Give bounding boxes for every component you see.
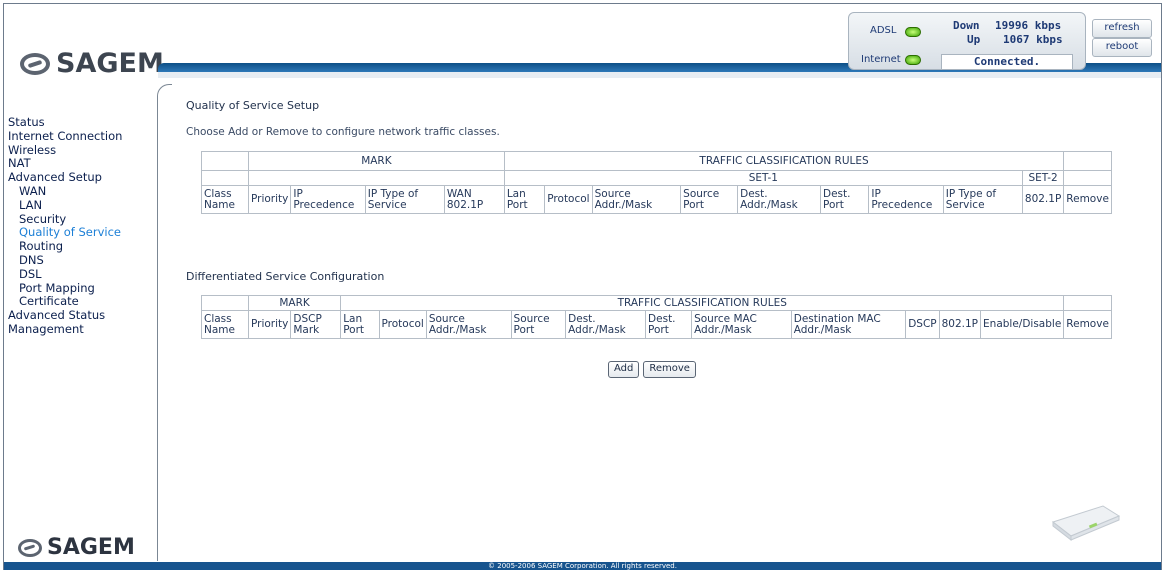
sidebar-item-security[interactable]: Security xyxy=(8,212,122,227)
rules-group-header: TRAFFIC CLASSIFICATION RULES xyxy=(503,151,1065,171)
header-spacer xyxy=(1063,170,1112,186)
sagem-logo-icon xyxy=(18,538,42,557)
sidebar-item-dsl[interactable]: DSL xyxy=(8,267,122,282)
diffserv-class-table: MARK TRAFFIC CLASSIFICATION RULES Class … xyxy=(201,295,1112,339)
column-header-ip-type-of-service: IP Type of Service xyxy=(364,185,445,214)
reboot-button[interactable]: reboot xyxy=(1092,38,1152,57)
sidebar-item-advanced-status[interactable]: Advanced Status xyxy=(8,308,122,323)
column-header-class-name: Class Name xyxy=(201,185,249,214)
column-header-enable-disable: Enable/Disable xyxy=(980,310,1065,339)
column-header-row: Class Name Priority IP Precedence IP Type o… xyxy=(201,185,1112,214)
remove-button[interactable]: Remove xyxy=(643,361,696,378)
column-header-remove: Remove xyxy=(1063,310,1112,339)
column-header-source-mac-addr-mask: Source MAC Addr./Mask xyxy=(691,310,792,339)
qos-title: Quality of Service Setup xyxy=(186,99,320,112)
column-header-priority: Priority xyxy=(247,310,292,339)
column-header-protocol: Protocol xyxy=(544,185,593,214)
column-header-802-1p: 802.1P xyxy=(1021,185,1065,214)
page-frame xyxy=(3,3,1162,570)
column-header-dest-addr-mask: Dest. Addr./Mask xyxy=(737,185,822,214)
column-header-dest-port: Dest. Port xyxy=(645,310,693,339)
action-buttons: Add Remove xyxy=(608,361,696,378)
down-rate: 19996 kbps xyxy=(995,19,1062,32)
internet-led-icon xyxy=(905,55,921,65)
header-spacer xyxy=(1063,295,1112,311)
mark-group-header: MARK xyxy=(247,295,342,311)
column-header-ip-precedence: IP Precedence xyxy=(868,185,944,214)
column-header-ip-precedence: IP Precedence xyxy=(290,185,366,214)
column-header-source-port: Source Port xyxy=(510,310,567,339)
sidebar-logo: SAGEM xyxy=(18,535,135,560)
footer: © 2005-2006 SAGEM Corporation. All right… xyxy=(4,562,1161,570)
column-header-source-addr-mask: Source Addr./Mask xyxy=(591,185,682,214)
content-border xyxy=(157,84,172,561)
adsl-led-icon xyxy=(905,27,921,37)
column-header-source-port: Source Port xyxy=(680,185,739,214)
sidebar-item-routing[interactable]: Routing xyxy=(8,239,122,254)
column-header-lan-port: Lan Port xyxy=(503,185,546,214)
adsl-label: ADSL xyxy=(870,25,897,36)
column-header-destination-mac-addr-mask: Destination MAC Addr./Mask xyxy=(790,310,907,339)
column-header-dscp-mark: DSCP Mark xyxy=(290,310,342,339)
sidebar-item-certificate[interactable]: Certificate xyxy=(8,295,122,309)
sidebar-item-internet-connection[interactable]: Internet Connection xyxy=(8,129,122,144)
column-header-dscp: DSCP xyxy=(905,310,940,339)
sidebar-item-lan[interactable]: LAN xyxy=(8,198,122,213)
sidebar-item-port-mapping[interactable]: Port Mapping xyxy=(8,281,122,296)
sidebar-logo-text: SAGEM xyxy=(47,535,135,560)
header-spacer xyxy=(248,170,505,186)
column-header-row: Class Name Priority DSCP Mark Lan Port Proto… xyxy=(201,310,1112,339)
header-spacer xyxy=(201,170,249,186)
header-logo: SAGEM xyxy=(20,48,164,79)
set2-header: SET-2 xyxy=(1021,170,1065,186)
column-header-protocol: Protocol xyxy=(378,310,427,339)
up-rate: 1067 kbps xyxy=(1003,33,1063,46)
internet-label: Internet xyxy=(861,54,901,65)
diffserv-title: Differentiated Service Configuration xyxy=(186,270,385,283)
set1-header: SET-1 xyxy=(503,170,1023,186)
down-label: Down xyxy=(953,19,980,32)
header-spacer xyxy=(201,151,249,171)
qos-class-table: MARK TRAFFIC CLASSIFICATION RULES SET-1 … xyxy=(201,151,1112,214)
column-header-class-name: Class Name xyxy=(201,310,249,339)
connection-status-panel: ADSL Internet Down 19996 kbps Up 1067 kb… xyxy=(848,12,1086,70)
column-header-priority: Priority xyxy=(247,185,292,214)
qos-description: Choose Add or Remove to configure networ… xyxy=(186,126,500,138)
column-header-lan-port: Lan Port xyxy=(340,310,380,339)
header-spacer xyxy=(1063,151,1112,171)
sidebar-item-wan[interactable]: WAN xyxy=(8,184,122,199)
sagem-logo-icon xyxy=(20,52,50,75)
column-header-802-1p: 802.1P xyxy=(938,310,982,339)
rules-group-header: TRAFFIC CLASSIFICATION RULES xyxy=(340,295,1065,311)
column-header-dest-addr-mask: Dest. Addr./Mask xyxy=(565,310,647,339)
column-header-source-addr-mask: Source Addr./Mask xyxy=(425,310,512,339)
sidebar-item-quality-of-service[interactable]: Quality of Service xyxy=(8,226,122,240)
column-header-dest-port: Dest. Port xyxy=(820,185,870,214)
column-header-remove: Remove xyxy=(1063,185,1112,214)
mark-group-header: MARK xyxy=(248,151,505,171)
logo-text: SAGEM xyxy=(56,48,164,79)
header-spacer xyxy=(201,295,249,311)
refresh-button[interactable]: refresh xyxy=(1092,19,1152,38)
sidebar-item-dns[interactable]: DNS xyxy=(8,253,122,268)
connection-status: Connected. xyxy=(941,54,1073,70)
sidebar-item-advanced-setup[interactable]: Advanced Setup xyxy=(8,170,122,185)
router-device-icon xyxy=(1051,505,1121,542)
add-button[interactable]: Add xyxy=(608,361,640,378)
sidebar-item-management[interactable]: Management xyxy=(8,322,122,337)
sidebar-item-wireless[interactable]: Wireless xyxy=(8,143,122,158)
sidebar-item-nat[interactable]: NAT xyxy=(8,157,122,171)
column-header-ip-type-of-service: IP Type of Service xyxy=(942,185,1023,214)
up-label: Up xyxy=(967,33,981,46)
column-header-wan-802-1p: WAN 802.1P xyxy=(443,185,505,214)
sidebar-item-status[interactable]: Status xyxy=(8,115,122,130)
header-bar-shadow xyxy=(158,72,1161,78)
sidebar-nav: Status Internet Connection Wireless NAT Adva… xyxy=(8,115,122,337)
